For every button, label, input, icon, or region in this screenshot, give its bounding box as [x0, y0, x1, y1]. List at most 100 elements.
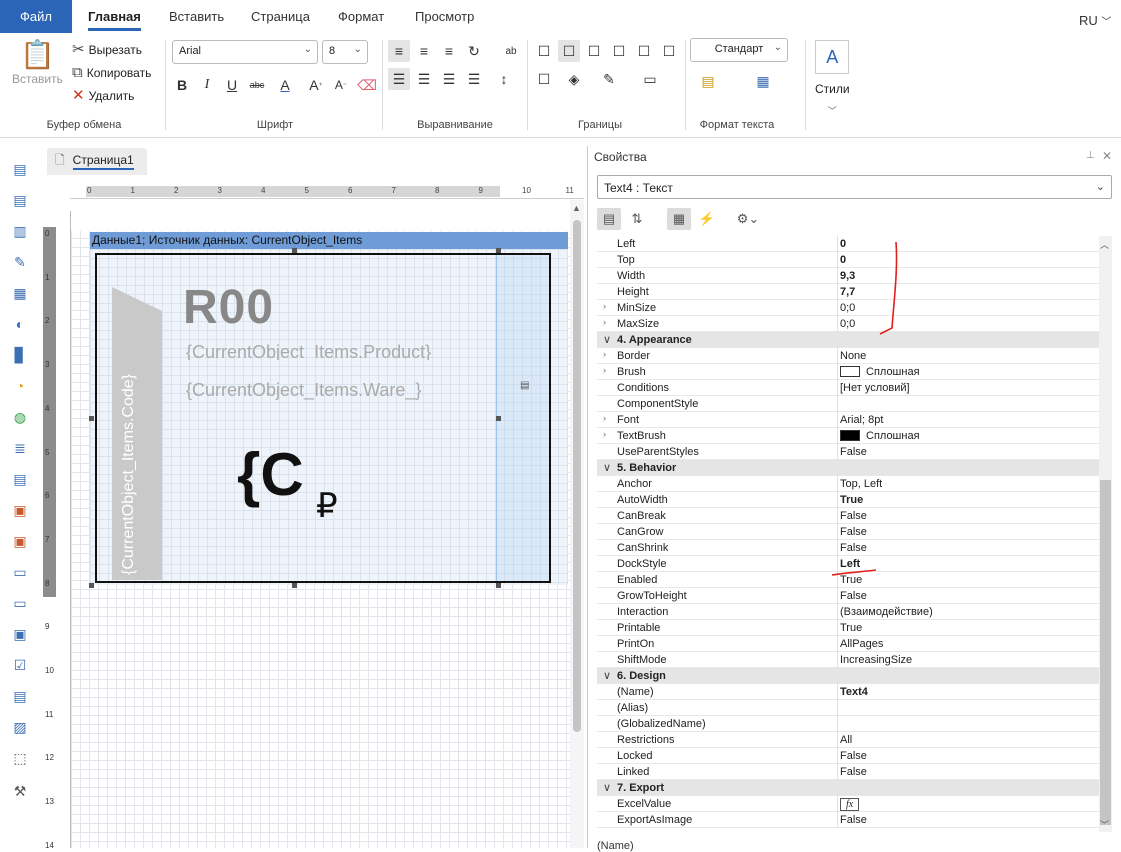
canvas-scrollbar[interactable]: ▲ — [570, 200, 584, 848]
border-color-icon[interactable]: ✎ — [598, 68, 620, 90]
smart-tag-icon[interactable]: ▤ — [520, 380, 529, 391]
property-row[interactable]: (Alias) — [597, 700, 1099, 716]
property-value[interactable]: All — [840, 734, 852, 746]
left-border-icon[interactable]: ☐ — [608, 40, 630, 62]
tab-page1[interactable]: 🗋 Страница1 — [47, 148, 147, 175]
properties-icon[interactable]: ▦ — [667, 208, 691, 230]
property-row[interactable]: ShiftMode IncreasingSize — [597, 652, 1099, 668]
expand-icon[interactable]: › — [603, 317, 606, 327]
container-icon[interactable]: ▭ — [9, 592, 31, 614]
fill-color-icon[interactable]: ◈ — [563, 68, 585, 90]
italic-button[interactable]: I — [196, 74, 218, 96]
scroll-up-icon[interactable]: ︿ — [1100, 238, 1109, 251]
list-icon[interactable]: ▤ — [9, 685, 31, 707]
align-left-icon[interactable]: ☰ — [388, 68, 410, 90]
chart-icon[interactable]: ▊ — [9, 344, 31, 366]
product-text[interactable]: {CurrentObject_Items.Product} — [186, 342, 516, 360]
tab-preview[interactable]: Просмотр — [415, 9, 474, 24]
bottom-border-icon[interactable]: ☐ — [633, 40, 655, 62]
collapse-icon[interactable]: ∨ — [603, 781, 611, 794]
image-icon[interactable]: ▣ — [9, 530, 31, 552]
price-text[interactable]: {C — [237, 440, 304, 509]
data-band-header[interactable]: Данные1; Источник данных: CurrentObject_… — [90, 232, 568, 249]
bold-button[interactable]: B — [171, 74, 193, 96]
scroll-down-icon[interactable]: ﹀ — [1100, 818, 1109, 831]
map-icon[interactable]: ◍ — [9, 406, 31, 428]
property-row[interactable]: Restrictions All — [597, 732, 1099, 748]
strikethrough-button[interactable]: abc — [246, 74, 268, 96]
property-row[interactable]: ExcelValue fx — [597, 796, 1099, 812]
border-settings-icon[interactable]: ☐ — [533, 68, 555, 90]
ware-text[interactable]: {CurrentObject_Items.Ware_} — [186, 380, 421, 401]
table-icon[interactable]: ▤ — [9, 468, 31, 490]
band-icon[interactable]: ▤ — [9, 158, 31, 180]
property-value[interactable]: (Взаимодействие) — [840, 606, 933, 618]
property-row[interactable]: (GlobalizedName) — [597, 716, 1099, 732]
property-value[interactable]: False — [840, 590, 867, 602]
property-value[interactable]: Text4 — [840, 686, 868, 698]
property-value[interactable]: IncreasingSize — [840, 654, 912, 666]
align-right-icon[interactable]: ☰ — [438, 68, 460, 90]
style-select[interactable]: Стандарт ⌄ — [690, 38, 788, 62]
wrap-text-icon[interactable]: ab — [500, 40, 522, 62]
gauge-icon[interactable]: ◔ — [9, 375, 31, 397]
expand-icon[interactable]: › — [603, 365, 606, 375]
events-icon[interactable]: ⚡ — [695, 208, 719, 230]
no-border-icon[interactable]: ☐ — [558, 40, 580, 62]
property-row[interactable]: Linked False — [597, 764, 1099, 780]
top-border-icon[interactable]: ☐ — [583, 40, 605, 62]
pin-icon[interactable]: ⊥ — [1086, 150, 1095, 161]
close-icon[interactable]: ✕ — [1102, 149, 1112, 163]
text-icon[interactable]: ✎ — [9, 251, 31, 273]
sort-az-icon[interactable]: ⇅ — [625, 208, 649, 230]
resize-handle[interactable] — [89, 583, 94, 588]
cut-button[interactable]: ✂ Вырезать — [72, 42, 142, 57]
eraser-icon[interactable]: ⌫ — [356, 74, 378, 96]
barcode-icon[interactable]: ▦ — [9, 282, 31, 304]
font-size-select[interactable]: 8 ⌄ — [322, 40, 368, 64]
format-icon[interactable]: ▦ — [752, 70, 774, 92]
property-row[interactable]: Printable True — [597, 620, 1099, 636]
language-selector[interactable]: RU ﹀ — [1079, 13, 1111, 28]
property-row[interactable]: GrowToHeight False — [597, 588, 1099, 604]
delete-button[interactable]: ✕ Удалить — [72, 88, 134, 103]
property-row[interactable]: Locked False — [597, 748, 1099, 764]
band-list-icon[interactable]: ▤ — [9, 189, 31, 211]
collapse-icon[interactable]: ∨ — [603, 669, 611, 682]
panel-icon[interactable]: ▭ — [9, 561, 31, 583]
property-row[interactable]: ExportAsImage False — [597, 812, 1099, 828]
scroll-thumb[interactable] — [573, 220, 581, 732]
right-border-icon[interactable]: ☐ — [658, 40, 680, 62]
underline-button[interactable]: U — [221, 74, 243, 96]
tab-insert[interactable]: Вставить — [169, 9, 224, 24]
font-color-button[interactable]: A — [274, 74, 296, 96]
rotate-text-icon[interactable]: ↻ — [463, 40, 485, 62]
checkbox-icon[interactable]: ☑ — [9, 654, 31, 676]
tools-icon[interactable]: ⚒ — [9, 780, 31, 802]
property-category[interactable]: ∨ 6. Design — [597, 668, 1099, 684]
property-value[interactable]: True — [840, 622, 862, 634]
property-value[interactable]: False — [840, 814, 867, 826]
resize-handle[interactable] — [292, 583, 297, 588]
image-text-icon[interactable]: ▣ — [9, 499, 31, 521]
richtext-icon[interactable]: ≣ — [9, 437, 31, 459]
file-menu-button[interactable]: Файл — [0, 0, 72, 33]
shrink-font-icon[interactable]: A ⁻ — [330, 74, 352, 96]
subreport-icon[interactable]: ▣ — [9, 623, 31, 645]
grow-font-icon[interactable]: A ⁺ — [305, 74, 327, 96]
properties-scrollbar[interactable]: ︿ ﹀ — [1099, 236, 1112, 832]
scroll-up-icon[interactable]: ▲ — [572, 203, 581, 213]
property-value[interactable]: False — [840, 766, 867, 778]
property-value[interactable]: AllPages — [840, 638, 883, 650]
align-middle-icon[interactable]: ≡ — [413, 40, 435, 62]
settings-icon[interactable]: ⚙⌄ — [733, 208, 763, 230]
categorized-icon[interactable]: ▤ — [597, 208, 621, 230]
align-center-icon[interactable]: ☰ — [413, 68, 435, 90]
property-row[interactable]: Interaction (Взаимодействие) — [597, 604, 1099, 620]
expand-icon[interactable]: › — [603, 349, 606, 359]
shapes-icon[interactable]: ◐ — [9, 313, 31, 335]
expand-icon[interactable]: › — [603, 413, 606, 423]
copy-button[interactable]: ⧉ Копировать — [72, 65, 151, 80]
scroll-thumb[interactable] — [1100, 480, 1111, 825]
cross-band-icon[interactable]: ▥ — [9, 220, 31, 242]
